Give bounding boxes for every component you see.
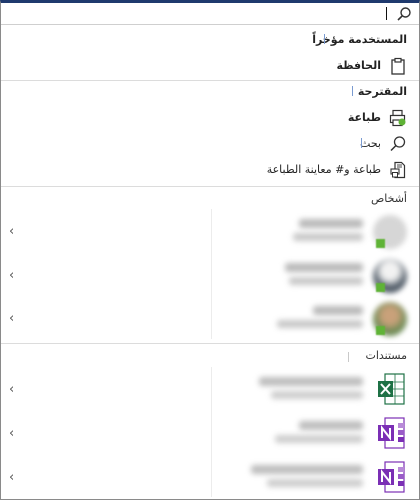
suggested-item-print-preview[interactable]: طباعة و# معاينة الطباعة: [1, 159, 419, 181]
suggested-item-label: طباعة و# معاينة الطباعة: [266, 163, 381, 176]
cursor-mark: [361, 138, 362, 148]
onenote-icon: [378, 461, 405, 493]
onenote-icon: [378, 417, 405, 449]
recent-item-label: الحافظة: [336, 59, 381, 72]
search-icon[interactable]: [396, 6, 412, 22]
document-title: [299, 421, 363, 430]
suggested-item-label: طباعة: [347, 111, 381, 124]
recent-item-clipboard[interactable]: الحافظة: [1, 55, 419, 77]
suggested-item-search[interactable]: بحث: [1, 133, 419, 155]
document-result[interactable]: ‹: [1, 413, 419, 457]
document-result[interactable]: ‹: [1, 457, 419, 500]
chevron-left-icon[interactable]: ‹: [9, 427, 19, 441]
presence-icon: [376, 283, 385, 292]
chevron-left-icon[interactable]: ‹: [9, 269, 19, 283]
chevron-left-icon[interactable]: ‹: [9, 225, 19, 239]
documents-heading: مستندات: [365, 349, 407, 362]
text-caret: [386, 7, 387, 20]
person-detail: [293, 233, 363, 241]
document-title: [259, 377, 363, 386]
recent-heading: المستخدمة مؤخراً: [312, 33, 407, 46]
person-detail: [289, 277, 363, 285]
cursor-mark: [324, 34, 325, 44]
divider: [1, 186, 419, 187]
document-result[interactable]: ‹: [1, 369, 419, 413]
chevron-left-icon[interactable]: ‹: [9, 383, 19, 397]
document-detail: [267, 479, 363, 487]
chevron-left-icon[interactable]: ‹: [9, 471, 19, 485]
person-name: [299, 219, 363, 228]
presence-icon: [376, 326, 385, 335]
print-preview-icon: [390, 161, 406, 179]
cursor-mark: [348, 352, 349, 362]
person-result[interactable]: ‹: [1, 255, 419, 299]
person-result[interactable]: ‹: [1, 298, 419, 342]
suggested-heading: المقترحة: [357, 85, 407, 98]
divider: [1, 80, 419, 81]
people-heading: أشخاص: [370, 192, 407, 205]
document-title: [251, 465, 363, 474]
excel-icon: [378, 373, 405, 405]
cursor-mark: [352, 86, 353, 96]
print-icon: [389, 109, 406, 127]
document-detail: [271, 391, 363, 399]
suggested-item-print[interactable]: طباعة: [1, 107, 419, 129]
clipboard-icon: [391, 57, 405, 75]
search-popup: المستخدمة مؤخراً الحافظة المقترحة طباعة …: [0, 0, 420, 500]
person-name: [285, 263, 363, 272]
chevron-left-icon[interactable]: ‹: [9, 312, 19, 326]
person-name: [313, 306, 363, 315]
person-detail: [277, 320, 363, 328]
search-input[interactable]: [1, 3, 419, 25]
presence-icon: [376, 239, 385, 248]
suggested-item-label: بحث: [360, 137, 381, 150]
divider: [1, 343, 419, 344]
search-icon: [390, 136, 406, 152]
document-detail: [275, 435, 363, 443]
person-result[interactable]: ‹: [1, 211, 419, 255]
